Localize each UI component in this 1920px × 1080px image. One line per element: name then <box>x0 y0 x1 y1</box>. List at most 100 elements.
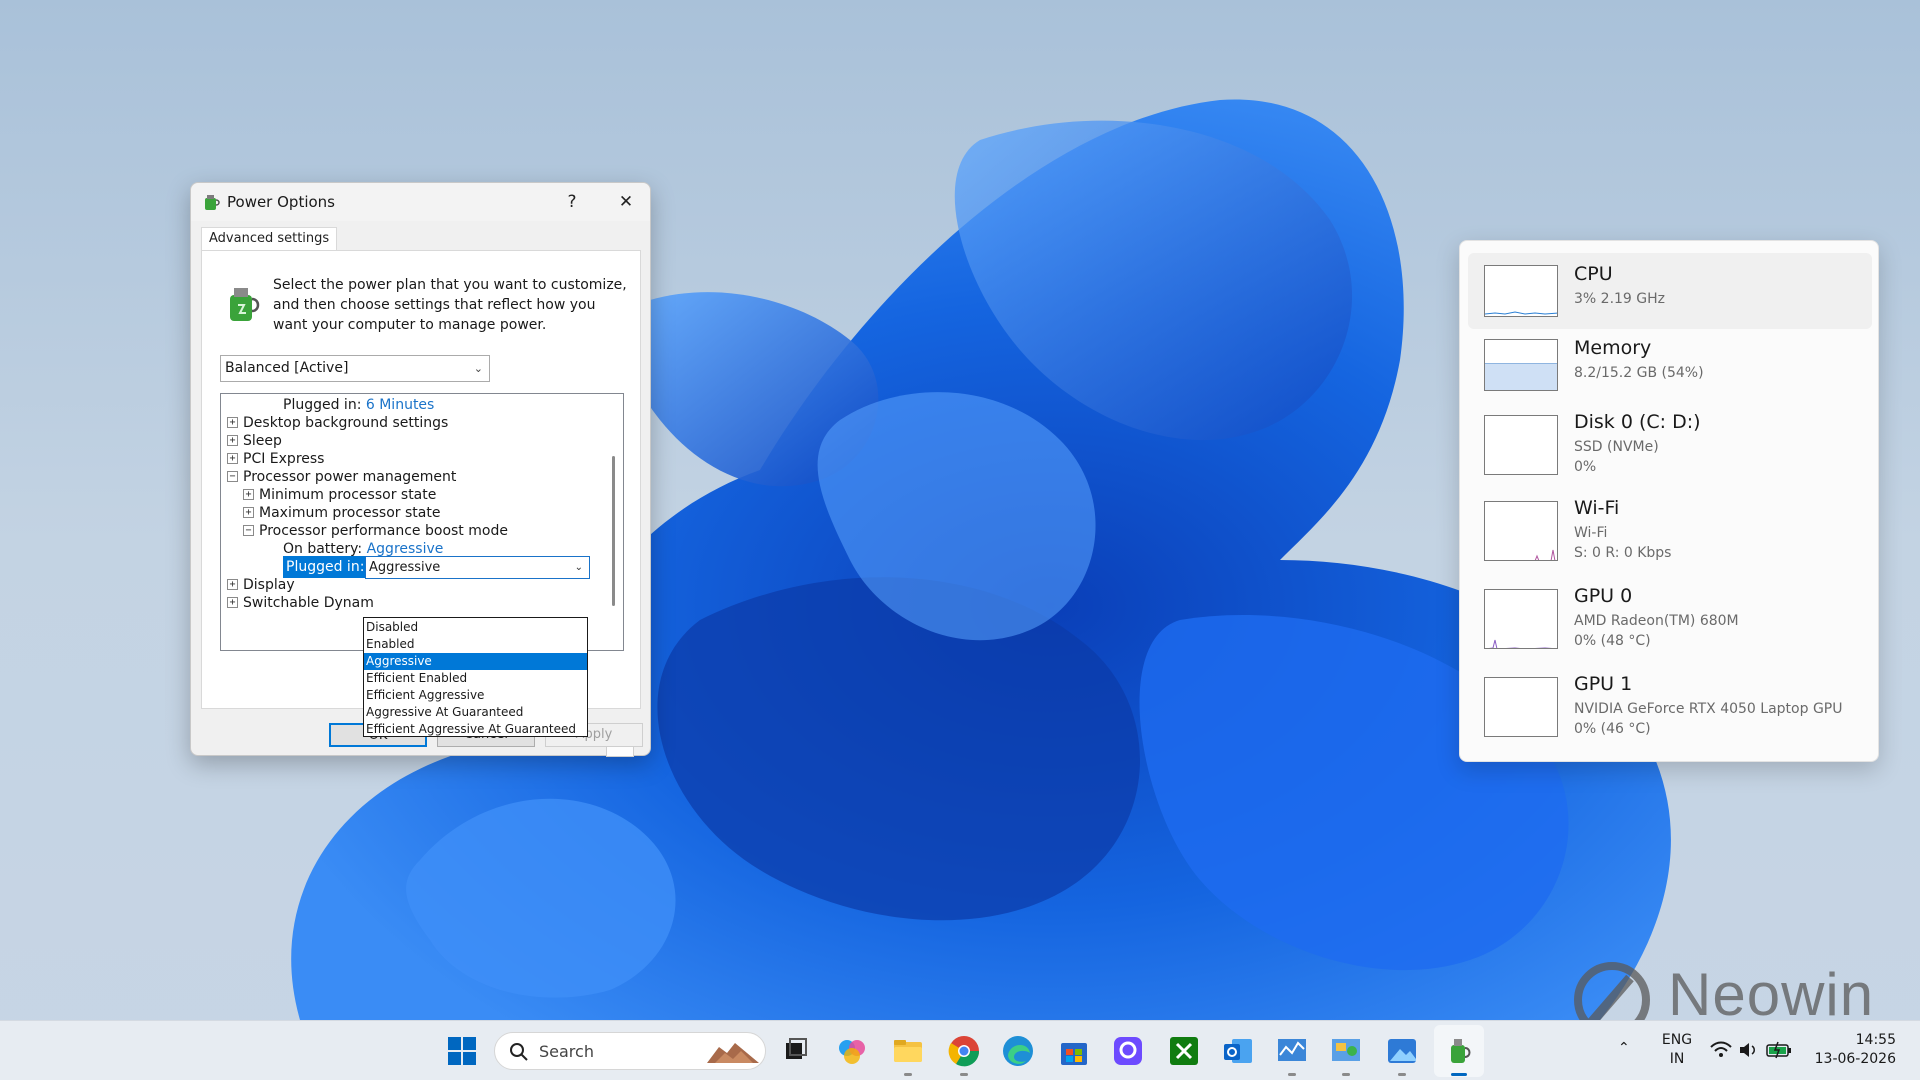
chevron-down-icon: ⌄ <box>473 362 483 375</box>
expand-icon[interactable]: + <box>227 579 238 590</box>
perf-name: Wi-Fi <box>1574 497 1620 519</box>
dropdown-option[interactable]: Enabled <box>364 636 587 653</box>
start-windows-icon[interactable] <box>444 1033 480 1069</box>
settings-tree[interactable]: Plugged in: 6 Minutes + Desktop backgrou… <box>220 393 624 651</box>
help-button[interactable]: ? <box>557 187 587 217</box>
perf-item-gpu0[interactable]: GPU 0 AMD Radeon(TM) 680M 0% (48 °C) <box>1468 579 1872 655</box>
language-indicator[interactable]: ENG IN <box>1660 1031 1694 1069</box>
perf-name: GPU 0 <box>1574 585 1633 607</box>
performance-sidebar: CPU 3% 2.19 GHz Memory 8.2/15.2 GB (54%)… <box>1459 240 1879 762</box>
perf-detail: Wi-Fi <box>1574 525 1608 541</box>
dialog-titlebar[interactable]: Power Options ? ✕ <box>191 183 650 221</box>
perf-name: Memory <box>1574 337 1652 359</box>
running-indicator <box>960 1073 968 1076</box>
power-plan-icon <box>205 195 220 210</box>
language-code: ENG <box>1661 1032 1693 1048</box>
dropdown-option[interactable]: Efficient Enabled <box>364 670 587 687</box>
dropdown-option-selected[interactable]: Aggressive <box>364 653 587 670</box>
tree-label: Desktop background settings <box>243 415 449 431</box>
search-label: Search <box>539 1042 594 1061</box>
chevron-up-icon[interactable]: ⌃ <box>1618 1039 1630 1058</box>
plugged-in-value-link[interactable]: 6 Minutes <box>366 397 434 413</box>
perf-item-wifi[interactable]: Wi-Fi Wi-Fi S: 0 R: 0 Kbps <box>1468 493 1872 569</box>
gpu0-graph <box>1484 589 1558 649</box>
dropdown-option[interactable]: Disabled <box>364 619 587 636</box>
perf-detail: SSD (NVMe) <box>1574 439 1659 455</box>
tree-label: Maximum processor state <box>259 505 441 521</box>
taskbar-search-box[interactable]: Search <box>494 1032 766 1070</box>
perf-item-gpu1[interactable]: GPU 1 NVIDIA GeForce RTX 4050 Laptop GPU… <box>1468 665 1872 741</box>
running-indicator <box>1342 1073 1350 1076</box>
expand-icon[interactable]: + <box>243 489 254 500</box>
chevron-down-icon: ⌄ <box>574 562 583 573</box>
perf-item-cpu[interactable]: CPU 3% 2.19 GHz <box>1468 253 1872 329</box>
gpu1-graph <box>1484 677 1558 737</box>
expand-icon[interactable]: + <box>227 453 238 464</box>
tree-scrollbar-thumb[interactable] <box>612 456 615 606</box>
copilot-icon[interactable] <box>834 1033 870 1069</box>
perf-name: Disk 0 (C: D:) <box>1574 411 1701 433</box>
expand-icon[interactable]: + <box>227 417 238 428</box>
plugged-in-label: Plugged in: <box>283 397 362 413</box>
collapse-icon[interactable]: − <box>243 525 254 536</box>
cpu-graph <box>1484 265 1558 317</box>
photos-icon[interactable] <box>1384 1033 1420 1069</box>
perf-item-disk[interactable]: Disk 0 (C: D:) SSD (NVMe) 0% <box>1468 405 1872 481</box>
clock-time: 14:55 <box>1855 1032 1896 1048</box>
perf-detail: 0% (48 °C) <box>1574 633 1651 649</box>
wifi-icon[interactable] <box>1710 1041 1732 1059</box>
perf-detail: 0% (46 °C) <box>1574 721 1651 737</box>
tree-label: Processor performance boost mode <box>259 523 508 539</box>
dropdown-option[interactable]: Efficient Aggressive At Guaranteed <box>364 721 587 738</box>
proton-pass-icon[interactable] <box>1110 1033 1146 1069</box>
volume-icon[interactable] <box>1738 1041 1760 1059</box>
chrome-icon[interactable] <box>946 1033 982 1069</box>
tree-label: PCI Express <box>243 451 325 467</box>
microsoft-store-icon[interactable] <box>1056 1033 1092 1069</box>
on-battery-value-link[interactable]: Aggressive <box>367 541 444 557</box>
expand-icon[interactable]: + <box>243 507 254 518</box>
collapse-icon[interactable]: − <box>227 471 238 482</box>
tree-label: Switchable Dynam <box>243 595 374 611</box>
clock[interactable]: 14:55 13-06-2026 <box>1806 1031 1896 1069</box>
tree-label: Processor power management <box>243 469 457 485</box>
dropdown-option[interactable]: Efficient Aggressive <box>364 687 587 704</box>
search-highlight-rocks-icon <box>707 1043 759 1063</box>
perf-detail: S: 0 R: 0 Kbps <box>1574 545 1672 561</box>
resource-monitor-icon[interactable] <box>1274 1033 1310 1069</box>
dropdown-option[interactable]: Aggressive At Guaranteed <box>364 704 587 721</box>
perf-detail: 3% 2.19 GHz <box>1574 291 1666 307</box>
xbox-icon[interactable] <box>1166 1033 1202 1069</box>
tree-label: Display <box>243 577 295 593</box>
on-battery-label: On battery: <box>283 541 363 557</box>
clock-date: 13-06-2026 <box>1814 1051 1896 1067</box>
wifi-graph <box>1484 501 1558 561</box>
boost-plugged-in-combo[interactable]: Aggressive ⌄ <box>365 556 590 579</box>
disk-graph <box>1484 415 1558 475</box>
tree-row-switchable-dynamic[interactable]: + Switchable Dynam <box>227 592 374 614</box>
running-indicator <box>1288 1073 1296 1076</box>
dialog-description: Select the power plan that you want to c… <box>273 277 627 333</box>
power-plan-select[interactable]: Balanced [Active] ⌄ <box>220 355 490 382</box>
tree-label: Sleep <box>243 433 282 449</box>
tab-advanced-settings[interactable]: Advanced settings <box>201 227 338 251</box>
running-indicator-active <box>1451 1073 1467 1076</box>
power-options-taskbar-icon[interactable] <box>1441 1033 1477 1069</box>
outlook-icon[interactable] <box>1220 1033 1256 1069</box>
running-indicator <box>1398 1073 1406 1076</box>
dialog-title: Power Options <box>227 193 335 211</box>
boost-mode-dropdown-list[interactable]: Disabled Enabled Aggressive Efficient En… <box>363 617 588 737</box>
control-panel-icon[interactable] <box>1328 1033 1364 1069</box>
power-plan-value: Balanced [Active] <box>225 360 349 376</box>
battery-charging-icon[interactable] <box>1766 1041 1792 1059</box>
close-button[interactable]: ✕ <box>609 187 643 217</box>
file-explorer-icon[interactable] <box>890 1033 926 1069</box>
perf-detail: 8.2/15.2 GB (54%) <box>1574 365 1704 381</box>
tree-label: Minimum processor state <box>259 487 437 503</box>
edge-icon[interactable] <box>1000 1033 1036 1069</box>
task-view-icon[interactable] <box>778 1033 814 1069</box>
expand-icon[interactable]: + <box>227 435 238 446</box>
search-icon <box>510 1043 528 1061</box>
perf-item-memory[interactable]: Memory 8.2/15.2 GB (54%) <box>1468 329 1872 405</box>
expand-icon[interactable]: + <box>227 597 238 608</box>
